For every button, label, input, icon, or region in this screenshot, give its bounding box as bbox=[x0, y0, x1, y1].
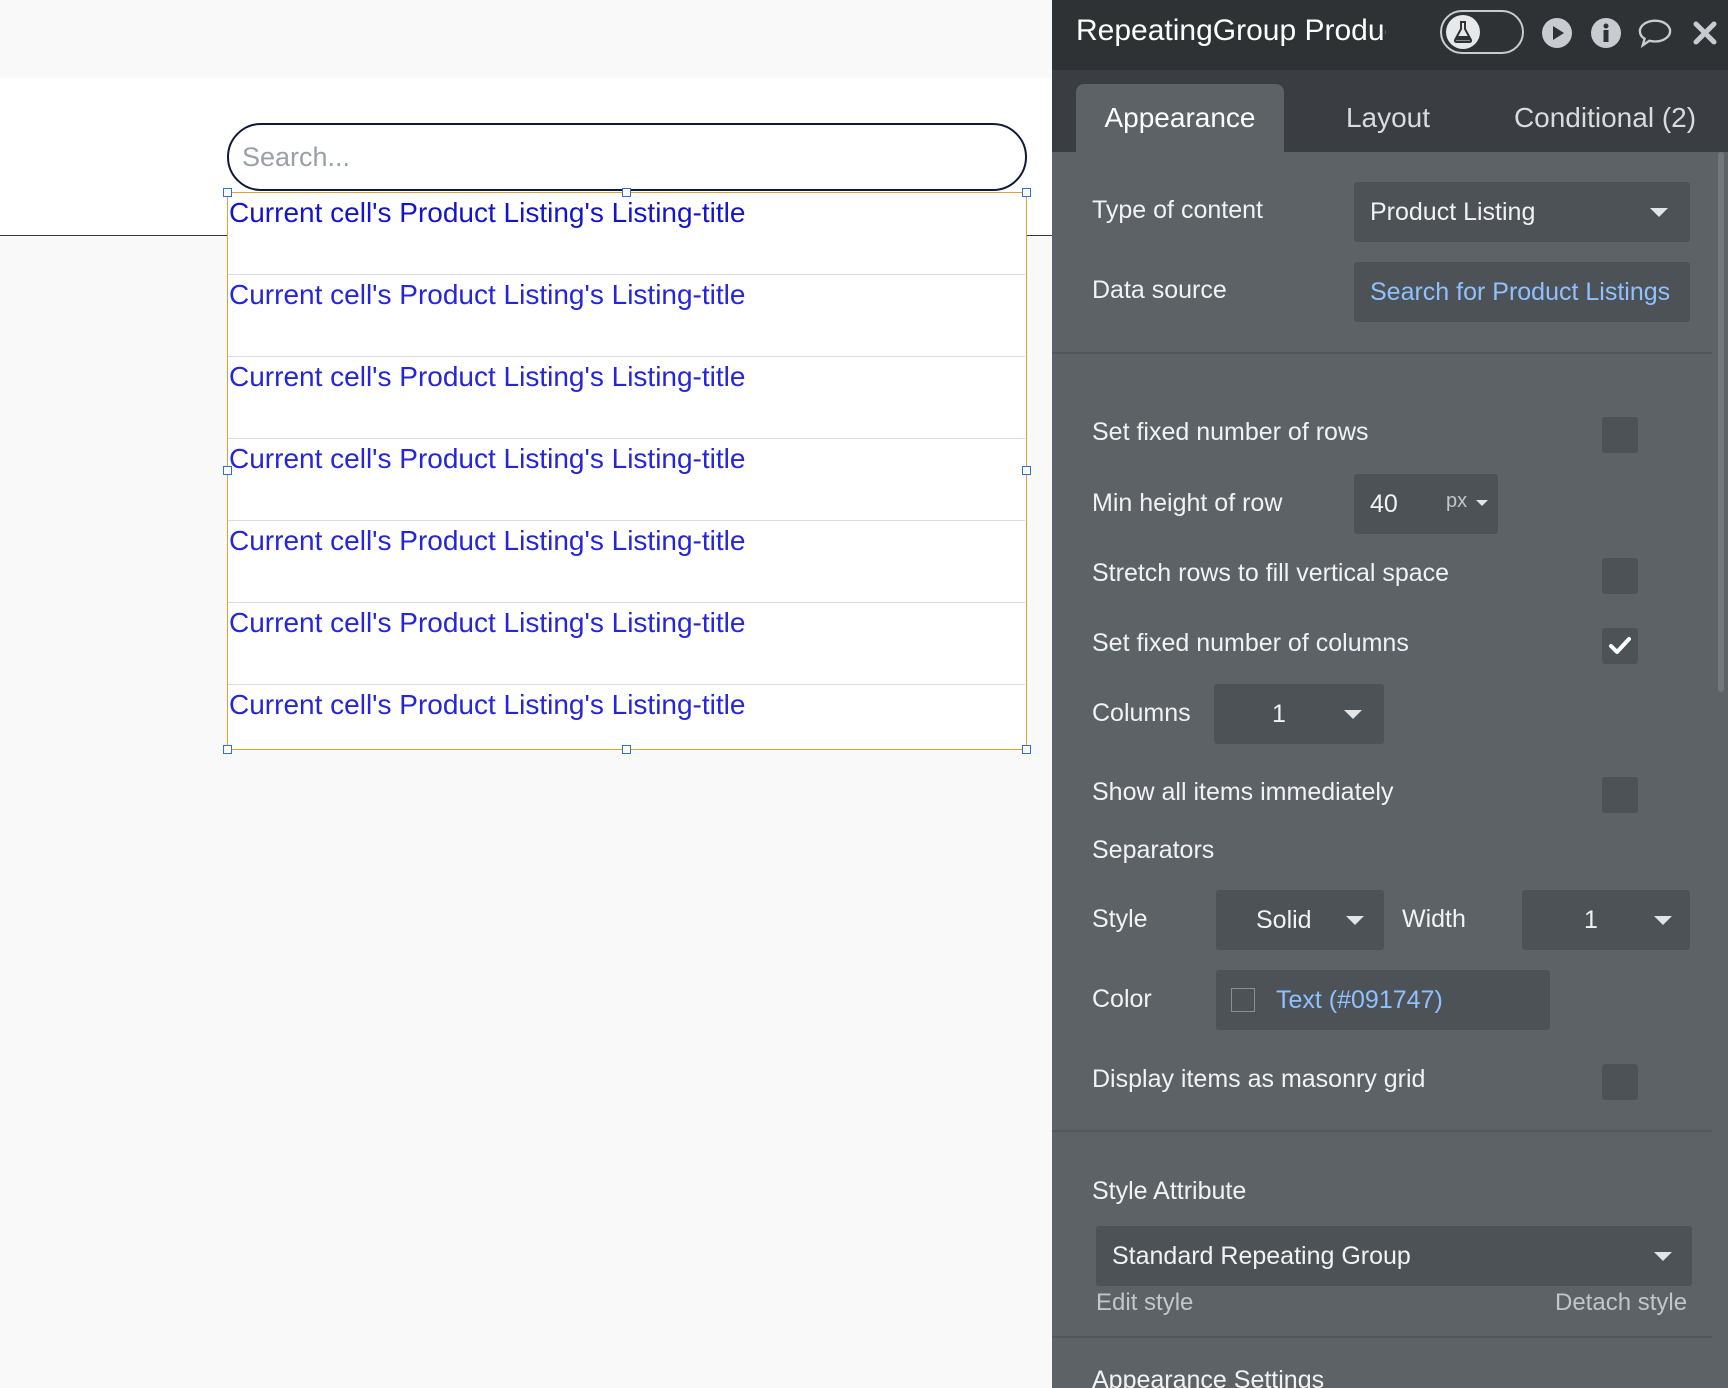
separator-color-label: Color bbox=[1092, 985, 1152, 1013]
search-input[interactable]: Search... bbox=[227, 123, 1027, 191]
resize-handle-bottom[interactable] bbox=[622, 745, 631, 754]
detach-style-link[interactable]: Detach style bbox=[1555, 1289, 1687, 1317]
repeating-group-cell[interactable]: Current cell's Product Listing's Listing… bbox=[228, 357, 1025, 439]
stretch-rows-checkbox[interactable] bbox=[1602, 558, 1638, 594]
resize-handle-bottom-left[interactable] bbox=[223, 745, 232, 754]
cell-listing-title[interactable]: Current cell's Product Listing's Listing… bbox=[229, 279, 745, 311]
masonry-checkbox[interactable] bbox=[1602, 1064, 1638, 1100]
cell-listing-title[interactable]: Current cell's Product Listing's Listing… bbox=[229, 525, 745, 557]
separator-color-picker[interactable]: Text (#091747) bbox=[1216, 970, 1550, 1030]
resize-handle-top-left[interactable] bbox=[223, 188, 232, 197]
search-placeholder: Search... bbox=[242, 141, 351, 172]
cell-listing-title[interactable]: Current cell's Product Listing's Listing… bbox=[229, 197, 745, 229]
fixed-columns-label: Set fixed number of columns bbox=[1092, 629, 1409, 657]
chevron-down-icon bbox=[1650, 208, 1668, 217]
resize-handle-left[interactable] bbox=[223, 466, 232, 475]
play-icon[interactable] bbox=[1540, 16, 1574, 50]
repeating-group-cell[interactable]: Current cell's Product Listing's Listing… bbox=[228, 685, 1025, 749]
flask-icon bbox=[1446, 15, 1480, 49]
columns-value: 1 bbox=[1272, 699, 1286, 728]
fixed-rows-label: Set fixed number of rows bbox=[1092, 418, 1369, 446]
repeating-group-cell[interactable]: Current cell's Product Listing's Listing… bbox=[228, 275, 1025, 357]
columns-dropdown[interactable]: 1 bbox=[1214, 684, 1384, 744]
separator-style-dropdown[interactable]: Solid bbox=[1216, 890, 1384, 950]
style-attribute-dropdown[interactable]: Standard Repeating Group bbox=[1096, 1226, 1692, 1286]
separator-style-value: Solid bbox=[1256, 905, 1312, 934]
cell-listing-title[interactable]: Current cell's Product Listing's Listing… bbox=[229, 689, 745, 721]
edit-style-link[interactable]: Edit style bbox=[1096, 1289, 1193, 1317]
panel-scrollbar[interactable] bbox=[1718, 152, 1724, 692]
section-divider bbox=[1052, 1130, 1712, 1132]
columns-label: Columns bbox=[1092, 699, 1191, 727]
tab-appearance[interactable]: Appearance bbox=[1076, 84, 1284, 152]
separator-color-value: Text (#091747) bbox=[1276, 985, 1443, 1014]
repeating-group-cell[interactable]: Current cell's Product Listing's Listing… bbox=[228, 603, 1025, 685]
chevron-down-icon bbox=[1344, 710, 1362, 719]
section-divider bbox=[1052, 1336, 1712, 1338]
min-height-value: 40 bbox=[1370, 489, 1398, 518]
close-icon[interactable] bbox=[1688, 16, 1722, 50]
repeating-group-cell[interactable]: Current cell's Product Listing's Listing… bbox=[228, 439, 1025, 521]
show-all-checkbox[interactable] bbox=[1602, 777, 1638, 813]
info-icon[interactable] bbox=[1589, 16, 1623, 50]
chevron-down-icon bbox=[1654, 916, 1672, 925]
panel-title-bar: RepeatingGroup Product Listings bbox=[1052, 0, 1728, 70]
cell-listing-title[interactable]: Current cell's Product Listing's Listing… bbox=[229, 443, 745, 475]
type-of-content-dropdown[interactable]: Product Listing bbox=[1354, 182, 1690, 242]
comment-icon[interactable] bbox=[1638, 16, 1672, 50]
masonry-label: Display items as masonry grid bbox=[1092, 1065, 1426, 1093]
color-swatch[interactable] bbox=[1231, 988, 1255, 1012]
tab-conditional[interactable]: Conditional (2) bbox=[1500, 84, 1710, 152]
repeating-group[interactable]: Current cell's Product Listing's Listing… bbox=[227, 192, 1027, 750]
data-source-expression[interactable]: Search for Product Listings bbox=[1354, 262, 1690, 322]
element-name-field[interactable]: RepeatingGroup Product Listings bbox=[1076, 14, 1386, 48]
chevron-down-icon bbox=[1346, 916, 1364, 925]
tab-layout[interactable]: Layout bbox=[1322, 84, 1454, 152]
min-height-input[interactable]: 40 px bbox=[1354, 474, 1498, 534]
style-attribute-label: Style Attribute bbox=[1092, 1177, 1247, 1205]
show-all-label: Show all items immediately bbox=[1092, 778, 1394, 806]
unit-select[interactable]: px bbox=[1446, 490, 1467, 513]
fixed-rows-checkbox[interactable] bbox=[1602, 417, 1638, 453]
resize-handle-right[interactable] bbox=[1022, 466, 1031, 475]
chevron-down-icon bbox=[1476, 500, 1488, 506]
separators-heading: Separators bbox=[1092, 836, 1215, 864]
check-icon bbox=[1609, 637, 1631, 654]
style-attribute-value: Standard Repeating Group bbox=[1112, 1241, 1411, 1270]
stretch-rows-label: Stretch rows to fill vertical space bbox=[1092, 559, 1450, 587]
separator-width-dropdown[interactable]: 1 bbox=[1522, 890, 1690, 950]
repeating-group-cell[interactable]: Current cell's Product Listing's Listing… bbox=[228, 193, 1025, 275]
data-source-label: Data source bbox=[1092, 276, 1227, 304]
section-divider bbox=[1052, 352, 1712, 354]
fixed-columns-checkbox[interactable] bbox=[1602, 628, 1638, 664]
resize-handle-top[interactable] bbox=[622, 188, 631, 197]
editor-canvas: Search... Current cell's Product Listing… bbox=[0, 0, 1052, 1388]
resize-handle-bottom-right[interactable] bbox=[1022, 745, 1031, 754]
separator-width-label: Width bbox=[1402, 905, 1466, 933]
resize-handle-top-right[interactable] bbox=[1022, 188, 1031, 197]
min-height-label: Min height of row bbox=[1092, 489, 1283, 517]
separator-width-value: 1 bbox=[1584, 905, 1598, 934]
appearance-settings-heading[interactable]: Appearance Settings bbox=[1092, 1366, 1324, 1388]
debug-toggle[interactable] bbox=[1440, 10, 1524, 54]
data-source-value: Search for Product Listings bbox=[1370, 277, 1671, 306]
chevron-down-icon bbox=[1654, 1252, 1672, 1261]
separator-style-label: Style bbox=[1092, 905, 1148, 933]
type-of-content-label: Type of content bbox=[1092, 196, 1263, 224]
cell-listing-title[interactable]: Current cell's Product Listing's Listing… bbox=[229, 607, 745, 639]
repeating-group-cell[interactable]: Current cell's Product Listing's Listing… bbox=[228, 521, 1025, 603]
type-of-content-value: Product Listing bbox=[1370, 197, 1536, 226]
cell-listing-title[interactable]: Current cell's Product Listing's Listing… bbox=[229, 361, 745, 393]
